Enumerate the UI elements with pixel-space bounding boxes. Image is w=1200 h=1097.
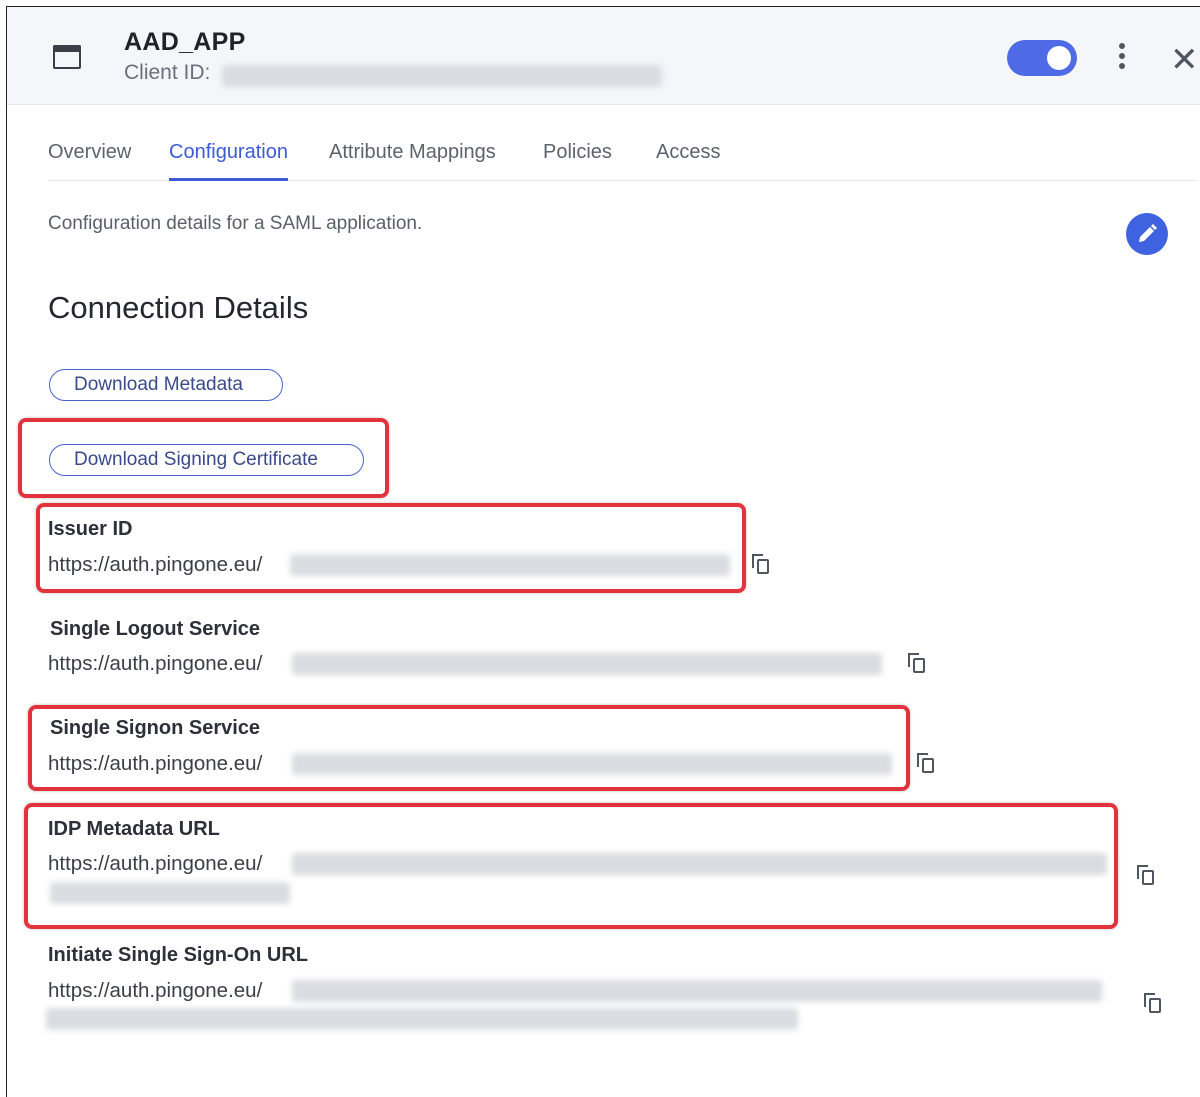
download-metadata-button[interactable]: Download Metadata bbox=[49, 369, 283, 401]
client-id-label: Client ID: bbox=[124, 61, 211, 84]
app-title: AAD_APP bbox=[124, 28, 246, 56]
highlight-box-idp-metadata bbox=[24, 803, 1118, 929]
tab-access[interactable]: Access bbox=[656, 141, 720, 181]
copy-icon[interactable] bbox=[917, 753, 937, 775]
client-id-redacted bbox=[222, 65, 662, 87]
initiate-sso-value: https://auth.pingone.eu/ bbox=[48, 979, 263, 1002]
tab-attribute-mappings[interactable]: Attribute Mappings bbox=[329, 141, 496, 181]
single-logout-value: https://auth.pingone.eu/ bbox=[48, 652, 263, 675]
tab-overview[interactable]: Overview bbox=[48, 141, 131, 181]
copy-icon[interactable] bbox=[908, 653, 928, 675]
highlight-box-issuer-id bbox=[36, 503, 746, 593]
single-logout-redacted bbox=[292, 653, 882, 675]
initiate-sso-redacted-line2 bbox=[46, 1008, 798, 1030]
highlight-box-single-signon bbox=[28, 705, 910, 791]
copy-icon[interactable] bbox=[1137, 865, 1157, 887]
toggle-knob bbox=[1047, 46, 1071, 70]
tab-bar: Overview Configuration Attribute Mapping… bbox=[48, 130, 1195, 181]
initiate-sso-redacted-line1 bbox=[292, 980, 1102, 1002]
copy-icon[interactable] bbox=[1144, 993, 1164, 1015]
highlight-box-signing-certificate bbox=[18, 418, 389, 498]
section-title: Connection Details bbox=[48, 290, 309, 325]
initiate-sso-label: Initiate Single Sign-On URL bbox=[48, 944, 308, 966]
tab-configuration[interactable]: Configuration bbox=[169, 141, 288, 181]
close-icon[interactable]: ✕ bbox=[1170, 43, 1199, 77]
tab-policies[interactable]: Policies bbox=[543, 141, 612, 181]
app-window-icon bbox=[53, 45, 83, 71]
panel-header: AAD_APP Client ID: ✕ bbox=[7, 7, 1200, 105]
enable-toggle[interactable] bbox=[1007, 40, 1077, 76]
more-vertical-icon[interactable] bbox=[1115, 43, 1129, 75]
copy-icon[interactable] bbox=[752, 554, 772, 576]
page-description: Configuration details for a SAML applica… bbox=[48, 213, 423, 234]
single-logout-label: Single Logout Service bbox=[50, 618, 261, 640]
edit-button[interactable] bbox=[1126, 213, 1168, 255]
pencil-icon bbox=[1139, 224, 1157, 242]
